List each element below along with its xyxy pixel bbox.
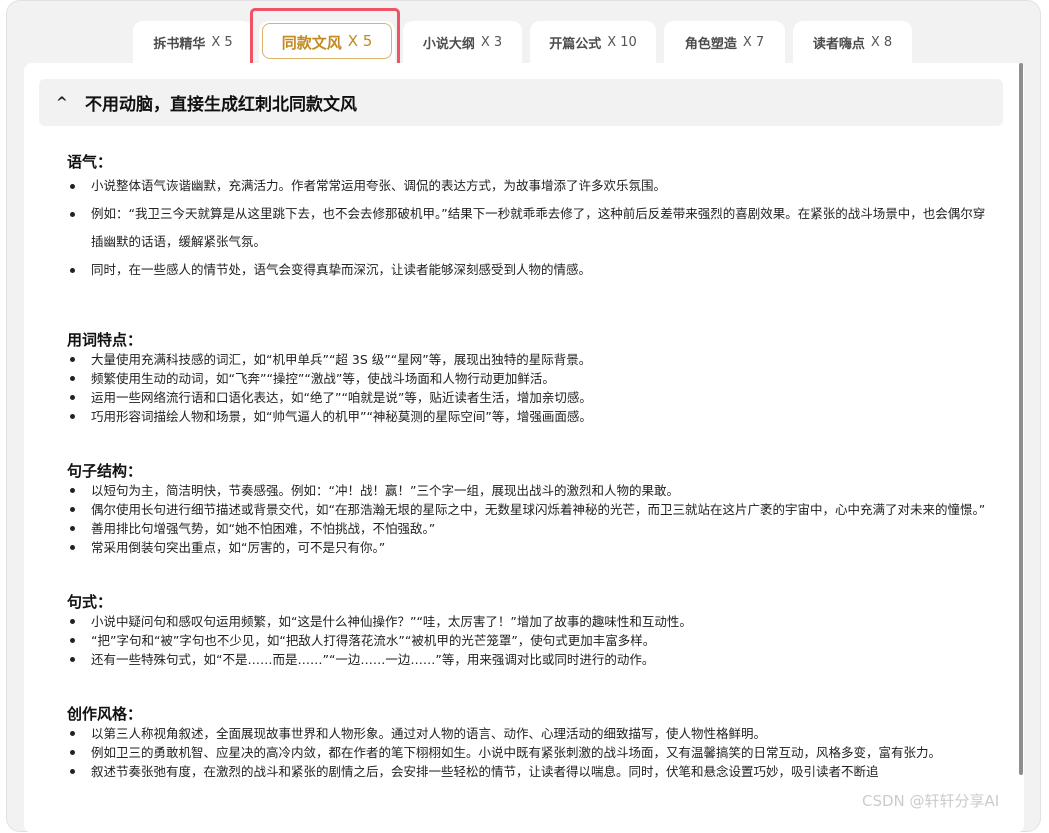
section-title-sentence-structure: 句子结构： [67, 462, 143, 480]
collapse-caret-icon[interactable]: ^ [56, 95, 68, 111]
list-item: 频繁使用生动的动词，如“飞奔”“操控”“激战”等，使战斗场面和人物行动更加鲜活。 [67, 369, 987, 388]
list-item: 巧用形容词描绘人物和场景，如“帅气逼人的机甲”“神秘莫测的星际空间”等，增强画面… [67, 407, 987, 426]
section-list-writing-style: 以第三人称视角叙述，全面展现故事世界和人物形象。通过对人物的语言、动作、心理活动… [67, 724, 987, 781]
section-title-writing-style: 创作风格： [67, 705, 143, 723]
tab-count: X 5 [211, 34, 233, 50]
list-item: 叙述节奏张弛有度，在激烈的战斗和紧张的剧情之后，会安排一些轻松的情节，让读者得以… [67, 762, 987, 781]
list-item: 偶尔使用长句进行细节描述或背景交代，如“在那浩瀚无垠的星际之中，无数星球闪烁着神… [67, 500, 987, 519]
tab-reader-hype[interactable]: 读者嗨点 X 8 [793, 21, 912, 63]
tab-label: 角色塑造 [684, 36, 737, 52]
tab-count: X 8 [870, 34, 893, 50]
accordion-header[interactable]: ^ 不用动脑，直接生成红刺北同款文风 [39, 79, 1003, 126]
tab-label: 开篇公式 [549, 36, 602, 52]
tab-count: X 5 [347, 31, 373, 50]
section-list-sentence-structure: 以短句为主，简洁明快，节奏感强。例如：“冲！战！赢！”三个字一组，展现出战斗的激… [67, 481, 987, 557]
style-content: 语气： 小说整体语气诙谐幽默，充满活力。作者常常运用夸张、调侃的表达方式，为故事… [67, 151, 987, 781]
tab-opening-formula[interactable]: 开篇公式 X 10 [530, 21, 656, 63]
accordion-title: 不用动脑，直接生成红刺北同款文风 [85, 95, 357, 115]
list-item: 小说中疑问句和感叹句运用频繁，如“这是什么神仙操作？”“哇，太厉害了！”增加了故… [67, 612, 987, 631]
section-list-wording: 大量使用充满科技感的词汇，如“机甲单兵”“超 3S 级”“星网”等，展现出独特的… [67, 350, 987, 426]
tab-count: X 3 [480, 34, 503, 50]
section-title-tone: 语气： [67, 153, 113, 171]
list-item: “把”字句和“被”字句也不少见，如“把敌人打得落花流水”“被机甲的光芒笼罩”，使… [67, 631, 987, 650]
vertical-scrollbar[interactable] [1019, 63, 1023, 775]
list-item: 以短句为主，简洁明快，节奏感强。例如：“冲！战！赢！”三个字一组，展现出战斗的激… [67, 481, 987, 500]
list-item: 小说整体语气诙谐幽默，充满活力。作者常常运用夸张、调侃的表达方式，为故事增添了许… [67, 172, 987, 200]
tab-label: 拆书精华 [153, 36, 206, 52]
tab-count: X 10 [607, 34, 637, 50]
tab-novel-outline[interactable]: 小说大纲 X 3 [403, 21, 522, 63]
list-item: 例如卫三的勇敢机智、应星决的高冷内敛，都在作者的笔下栩栩如生。小说中既有紧张刺激… [67, 743, 987, 762]
list-item: 善用排比句增强气势，如“她不怕困难，不怕挑战，不怕强敌。” [67, 519, 987, 538]
list-item: 运用一些网络流行语和口语化表达，如“绝了”“咱就是说”等，贴近读者生活，增加亲切… [67, 388, 987, 407]
content-panel: ^ 不用动脑，直接生成红刺北同款文风 语气： 小说整体语气诙谐幽默，充满活力。作… [24, 63, 1024, 833]
tab-same-style[interactable]: 同款文风 X 5 [259, 21, 395, 63]
section-title-wording: 用词特点： [67, 331, 143, 349]
list-item: 以第三人称视角叙述，全面展现故事世界和人物形象。通过对人物的语言、动作、心理活动… [67, 724, 987, 743]
tab-count: X 7 [742, 34, 765, 50]
list-item: 例如：“我卫三今天就算是从这里跳下去，也不会去修那破机甲。”结果下一秒就乖乖去修… [67, 200, 987, 256]
list-item: 同时，在一些感人的情节处，语气会变得真挚而深沉，让读者能够深刻感受到人物的情感。 [67, 256, 987, 284]
tab-label: 同款文风 [281, 33, 342, 52]
list-item: 常采用倒装句突出重点，如“厉害的，可不是只有你。” [67, 538, 987, 557]
tab-book-essence[interactable]: 拆书精华 X 5 [133, 21, 253, 63]
list-item: 大量使用充满科技感的词汇，如“机甲单兵”“超 3S 级”“星网”等，展现出独特的… [67, 350, 987, 369]
tab-label: 小说大纲 [422, 36, 475, 52]
section-list-tone: 小说整体语气诙谐幽默，充满活力。作者常常运用夸张、调侃的表达方式，为故事增添了许… [67, 172, 987, 284]
tab-character-shaping[interactable]: 角色塑造 X 7 [664, 21, 785, 63]
tab-label: 读者嗨点 [812, 36, 865, 52]
tab-label-wrap: 同款文风 X 5 [282, 32, 373, 53]
list-item: 还有一些特殊句式，如“不是……而是……”“一边……一边……”等，用来强调对比或同… [67, 650, 987, 669]
section-title-sentence-patterns: 句式： [67, 593, 113, 611]
tab-bar: 拆书精华 X 5 同款文风 X 5 小说大纲 X 3 开篇公式 X 10 角色塑… [0, 21, 1049, 63]
section-list-sentence-patterns: 小说中疑问句和感叹句运用频繁，如“这是什么神仙操作？”“哇，太厉害了！”增加了故… [67, 612, 987, 669]
